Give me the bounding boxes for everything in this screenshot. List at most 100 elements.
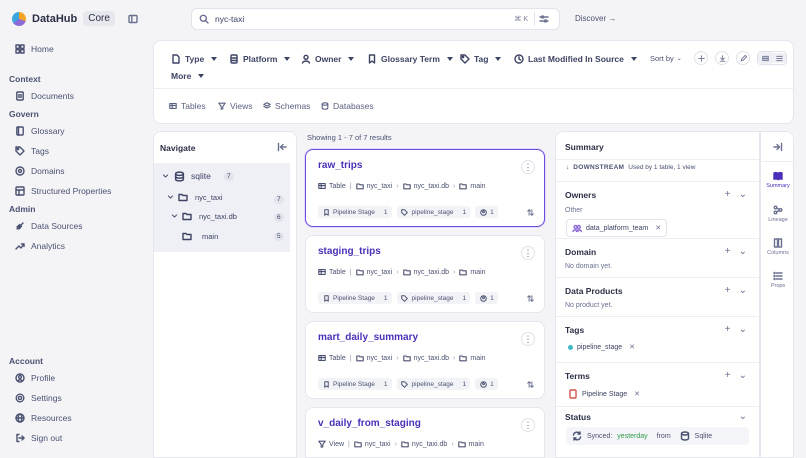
result-card-raw-trips[interactable]: raw_trips ⋮ Table | nyc_taxi › nyc_taxi.db…: [305, 149, 545, 227]
breadcrumb-item[interactable]: nyc_taxi: [367, 355, 393, 362]
lineage-icon[interactable]: [526, 380, 534, 388]
glossary-term-chip[interactable]: Pipeline Stage 1: [318, 292, 392, 304]
remove-tag-icon[interactable]: ✕: [629, 343, 635, 351]
filter-glossary-term[interactable]: Glossary Term: [367, 54, 453, 64]
search-filter-button[interactable]: [534, 12, 552, 26]
filter-tag[interactable]: Tag: [460, 54, 502, 64]
breadcrumb-item[interactable]: main: [470, 183, 485, 190]
breadcrumb-item[interactable]: nyc_taxi: [367, 183, 393, 190]
more-options-button[interactable]: ⋮: [521, 418, 535, 432]
more-options-button[interactable]: ⋮: [521, 160, 535, 174]
breadcrumb-item[interactable]: nyc_taxi.db: [414, 269, 449, 276]
breadcrumb-item[interactable]: nyc_taxi: [365, 441, 391, 448]
chevron-down-icon[interactable]: ⌄: [739, 286, 747, 296]
close-panel-icon[interactable]: [773, 142, 783, 152]
result-card-v-daily-from-staging[interactable]: v_daily_from_staging ⋮ View | nyc_taxi › n…: [305, 407, 545, 458]
quick-tab-tables[interactable]: Tables: [168, 101, 206, 111]
glossary-term-chip[interactable]: Pipeline Stage 1: [318, 206, 392, 218]
collapse-left-icon[interactable]: [277, 142, 287, 152]
owners-chip[interactable]: 1: [475, 378, 498, 390]
sidebar-item-documents[interactable]: Documents: [15, 91, 74, 101]
result-card-mart-daily-summary[interactable]: mart_daily_summary ⋮ Table | nyc_taxi › ny…: [305, 321, 545, 399]
tag-chip[interactable]: pipeline_stage 1: [396, 292, 471, 304]
breadcrumb-item[interactable]: main: [470, 269, 485, 276]
view-list-button[interactable]: [758, 52, 772, 64]
breadcrumb-item[interactable]: nyc_taxi: [367, 269, 393, 276]
chevron-down-icon[interactable]: ⌄: [739, 190, 747, 200]
sidebar-item-profile[interactable]: Profile: [15, 373, 55, 383]
sidebar-item-home[interactable]: Home: [15, 44, 54, 54]
sidebar-item-tags[interactable]: Tags: [15, 146, 49, 156]
tree-node-main[interactable]: main: [182, 231, 218, 241]
view-compact-button[interactable]: [772, 52, 786, 64]
filter-last-modified[interactable]: Last Modified In Source: [514, 54, 637, 64]
rail-tab-columns[interactable]: Columns: [761, 238, 795, 256]
lineage-icon[interactable]: [526, 208, 534, 216]
add-term-button[interactable]: +: [725, 371, 731, 381]
remove-term-icon[interactable]: ✕: [634, 390, 640, 398]
chevron-down-icon[interactable]: ⌄: [739, 371, 747, 381]
result-card-staging-trips[interactable]: staging_trips ⋮ Table | nyc_taxi › nyc_tax…: [305, 235, 545, 313]
quick-tab-schemas[interactable]: Schemas: [262, 101, 310, 111]
domain-controls: + ⌄: [725, 247, 747, 257]
result-title[interactable]: staging_trips: [318, 246, 381, 257]
sidebar-item-analytics[interactable]: Analytics: [15, 241, 65, 251]
sidebar-item-data-sources[interactable]: Data Sources: [15, 221, 83, 231]
breadcrumb-item[interactable]: nyc_taxi.db: [412, 441, 447, 448]
tree-node-nyc-taxi[interactable]: nyc_taxi: [167, 192, 223, 202]
sidebar-item-glossary[interactable]: Glossary: [15, 126, 65, 136]
add-domain-button[interactable]: +: [725, 247, 731, 257]
sidebar-item-sign-out[interactable]: Sign out: [15, 433, 62, 443]
breadcrumb-item[interactable]: main: [469, 441, 484, 448]
tag-pill[interactable]: pipeline_stage ✕: [566, 341, 638, 353]
add-button[interactable]: [694, 51, 708, 65]
rail-tab-props[interactable]: Props: [761, 271, 795, 289]
lineage-icon[interactable]: [526, 294, 534, 302]
filter-more[interactable]: More: [171, 71, 205, 81]
tree-node-sqlite[interactable]: sqlite: [162, 170, 211, 182]
chevron-down-icon[interactable]: ⌄: [739, 325, 747, 335]
add-owner-button[interactable]: +: [725, 190, 731, 200]
sidebar-item-structured-properties[interactable]: Structured Properties: [15, 186, 111, 196]
result-title[interactable]: mart_daily_summary: [318, 332, 418, 343]
breadcrumb-item[interactable]: nyc_taxi.db: [414, 183, 449, 190]
rail-tab-summary[interactable]: Summary: [761, 171, 795, 189]
rail-tab-lineage[interactable]: Lineage: [761, 205, 795, 223]
quick-tab-databases[interactable]: Databases: [320, 101, 374, 111]
download-button[interactable]: [715, 51, 729, 65]
result-title[interactable]: raw_trips: [318, 160, 362, 171]
search-input[interactable]: [215, 14, 509, 24]
sidebar-toggle-icon[interactable]: [128, 14, 138, 24]
app-logo[interactable]: DataHub Core: [12, 11, 115, 26]
add-data-product-button[interactable]: +: [725, 286, 731, 296]
add-tag-button[interactable]: +: [725, 325, 731, 335]
owners-chip[interactable]: 1: [475, 206, 498, 218]
more-options-button[interactable]: ⋮: [521, 246, 535, 260]
chevron-down-icon[interactable]: ⌄: [739, 247, 747, 257]
tag-chip[interactable]: pipeline_stage 1: [396, 378, 471, 390]
glossary-term-chip[interactable]: Pipeline Stage 1: [318, 378, 392, 390]
quick-tab-views[interactable]: Views: [217, 101, 253, 111]
sidebar-item-resources[interactable]: Resources: [15, 413, 72, 423]
term-pill[interactable]: Pipeline Stage ✕: [566, 387, 643, 401]
result-title[interactable]: v_daily_from_staging: [318, 418, 421, 429]
tag-chip[interactable]: pipeline_stage 1: [396, 206, 471, 218]
bookmark-icon: [322, 208, 330, 216]
tree-node-nyc-taxi-db[interactable]: nyc_taxi.db: [171, 211, 237, 221]
chevron-down-icon[interactable]: ⌄: [739, 412, 747, 422]
sidebar-item-domains[interactable]: Domains: [15, 166, 65, 176]
sidebar-item-settings[interactable]: Settings: [15, 393, 62, 403]
remove-owner-icon[interactable]: ✕: [655, 224, 661, 232]
filter-type[interactable]: Type: [171, 54, 218, 64]
edit-button[interactable]: [736, 51, 750, 65]
breadcrumb-item[interactable]: nyc_taxi.db: [414, 355, 449, 362]
breadcrumb-item[interactable]: main: [470, 355, 485, 362]
filter-owner[interactable]: Owner: [301, 54, 355, 64]
filter-platform[interactable]: Platform: [229, 54, 291, 64]
discover-link[interactable]: Discover →: [575, 14, 616, 23]
downstream-info[interactable]: ↓ DOWNSTREAM Used by 1 table, 1 view: [566, 164, 695, 171]
more-options-button[interactable]: ⋮: [521, 332, 535, 346]
owners-chip[interactable]: 1: [475, 292, 498, 304]
sort-by-dropdown[interactable]: Sort by ⌄: [650, 54, 682, 63]
owner-pill[interactable]: data_platform_team ✕: [566, 219, 668, 237]
